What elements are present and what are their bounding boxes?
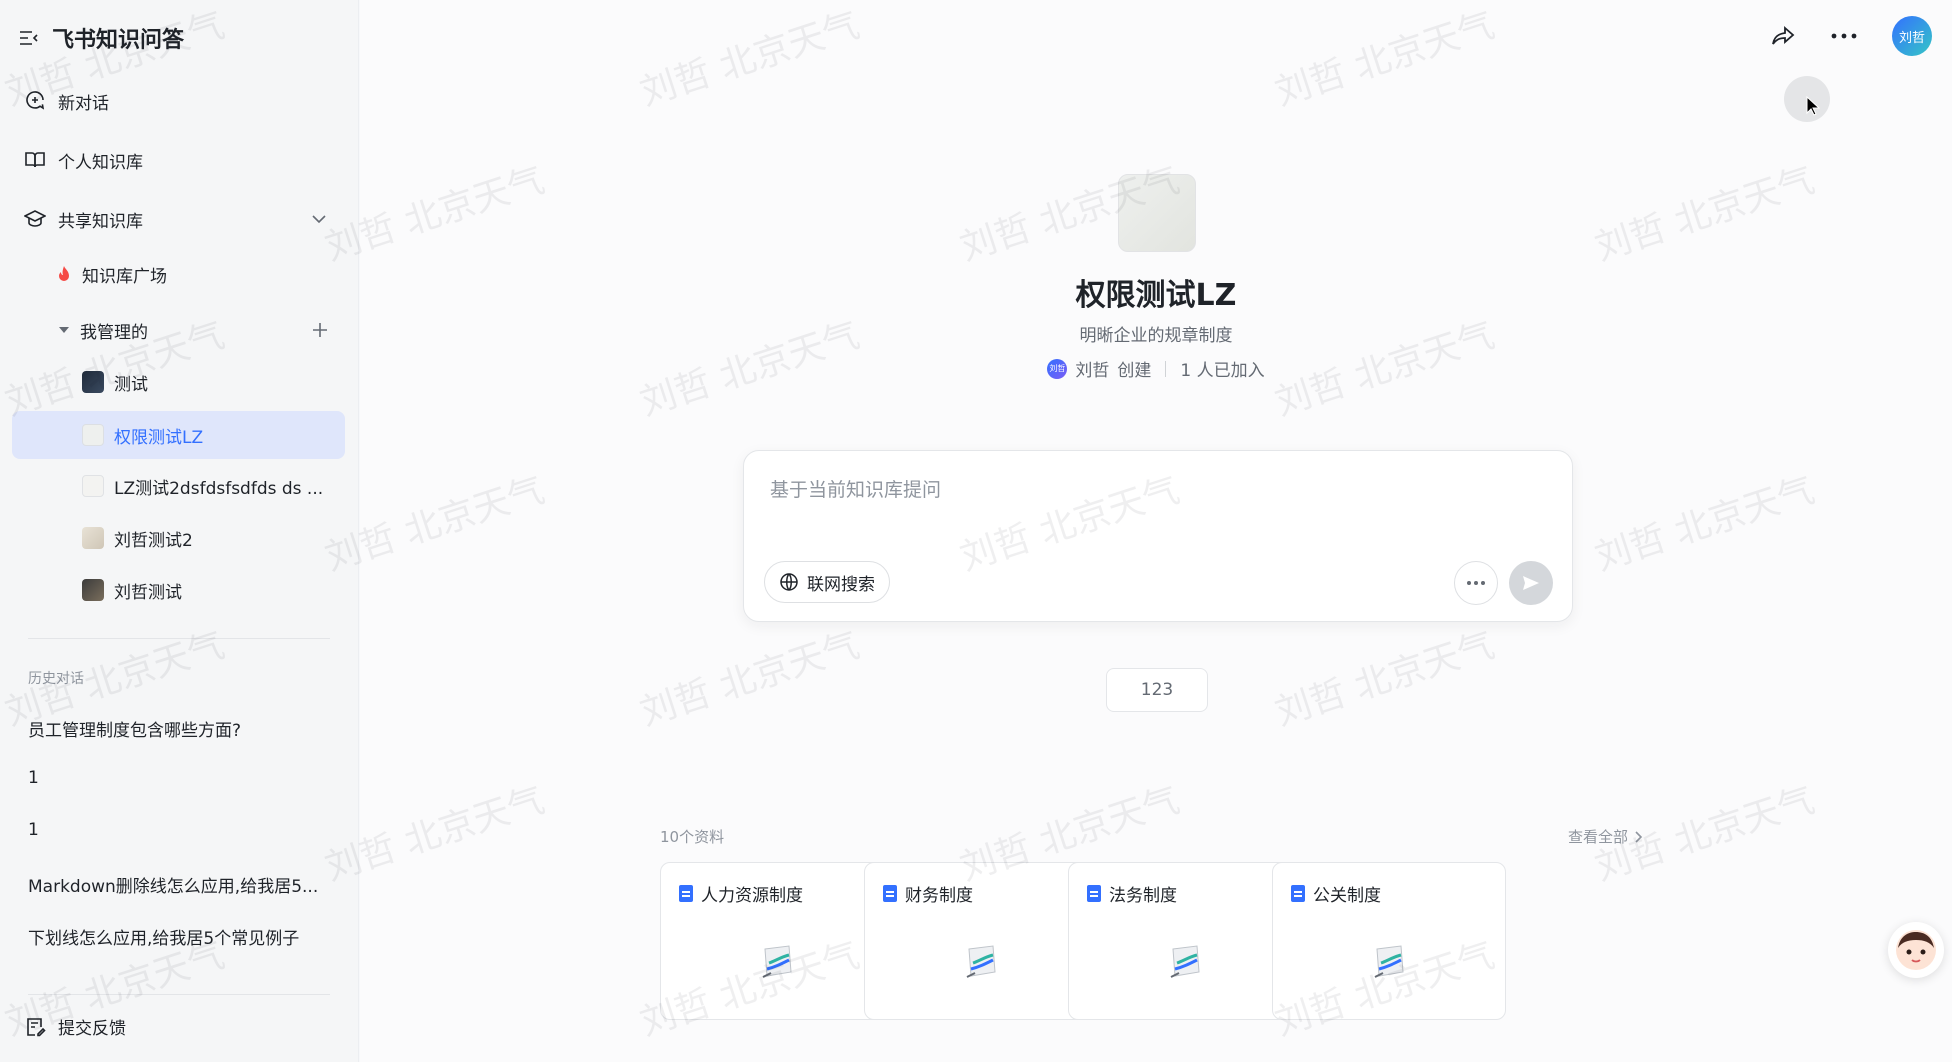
members-joined[interactable]: 1 人已加入 <box>1180 356 1264 381</box>
history-item[interactable]: 下划线怎么应用,给我居5个常见例子 <box>28 924 338 949</box>
card-title: 公关制度 <box>1291 881 1381 906</box>
tree-item-permission-test[interactable]: 权限测试LZ <box>82 419 203 451</box>
history-section-label: 历史对话 <box>28 671 84 687</box>
kb-cover-image <box>1118 174 1196 252</box>
document-illustration-icon <box>1369 943 1411 987</box>
document-icon <box>679 885 693 902</box>
main-content: 刘哲 权限测试LZ 明晰企业的规章制度 刘哲 刘哲 创建 1 人已加入 基于当前… <box>360 0 1952 1062</box>
resource-card[interactable]: 财务制度 <box>864 862 1098 1020</box>
suggestion-chip[interactable]: 123 <box>1106 668 1208 712</box>
send-icon <box>1521 573 1541 593</box>
feedback-label: 提交反馈 <box>58 1019 126 1039</box>
share-icon[interactable] <box>1770 23 1796 49</box>
shared-kb-label: 共享知识库 <box>58 211 143 232</box>
assistant-avatar-icon <box>1894 928 1938 972</box>
view-all-link[interactable]: 查看全部 <box>1568 826 1644 847</box>
tree-item-lz-test2[interactable]: LZ测试2dsfdsfsdfds ds ... <box>82 470 342 502</box>
creator-avatar: 刘哲 <box>1047 358 1068 379</box>
tree-item-label: 权限测试LZ <box>114 427 204 448</box>
resource-count: 10个资料 <box>660 828 725 846</box>
kb-thumbnail <box>82 424 104 446</box>
kb-title: 权限测试LZ <box>1075 278 1237 313</box>
card-title-label: 人力资源制度 <box>701 886 803 906</box>
card-title-label: 公关制度 <box>1313 886 1381 906</box>
personal-kb-label: 个人知识库 <box>58 152 143 173</box>
kb-plaza-button[interactable]: 知识库广场 <box>56 258 167 290</box>
tree-item-label: LZ测试2dsfdsfsdfds ds ... <box>114 478 324 499</box>
document-icon <box>1087 885 1101 902</box>
meta-separator <box>1165 360 1167 377</box>
history-item[interactable]: 员工管理制度包含哪些方面? <box>28 716 338 741</box>
card-title: 财务制度 <box>883 881 973 906</box>
ask-more-button[interactable] <box>1454 561 1498 605</box>
web-search-label: 联网搜索 <box>807 574 875 595</box>
view-all-label: 查看全部 <box>1568 828 1629 846</box>
card-title: 法务制度 <box>1087 881 1177 906</box>
created-label: 创建 <box>1117 361 1152 381</box>
app-title: 飞书知识问答 <box>52 28 185 53</box>
new-chat-label: 新对话 <box>58 93 109 114</box>
chevron-right-icon <box>1634 830 1644 844</box>
send-button[interactable] <box>1509 561 1553 605</box>
document-illustration-icon <box>757 943 799 987</box>
tree-item-liuzhe-test[interactable]: 刘哲测试 <box>82 574 182 606</box>
web-search-button[interactable]: 联网搜索 <box>764 561 890 603</box>
managed-group[interactable]: 我管理的 <box>58 314 340 346</box>
creator-name[interactable]: 刘哲 <box>1075 356 1109 381</box>
mouse-cursor-icon <box>1806 95 1821 120</box>
new-chat-icon <box>24 90 46 112</box>
tree-item-label: 刘哲测试 <box>114 582 182 603</box>
card-title: 人力资源制度 <box>679 881 803 906</box>
history-item[interactable]: 1 <box>28 820 338 840</box>
sidebar: 飞书知识问答 新对话 个人知识库 共享知识库 知识库广场 我管理的 测试 权限测… <box>0 0 359 1062</box>
kb-description: 明晰企业的规章制度 <box>1079 326 1233 346</box>
resource-card[interactable]: 法务制度 <box>1068 862 1302 1020</box>
kb-thumbnail <box>82 475 104 497</box>
document-illustration-icon <box>961 943 1003 987</box>
document-icon <box>1291 885 1305 902</box>
assistant-avatar-button[interactable] <box>1888 922 1944 978</box>
kb-thumbnail <box>82 579 104 601</box>
graduation-cap-icon <box>24 208 46 230</box>
chevron-down-icon[interactable] <box>310 210 328 228</box>
history-item[interactable]: Markdown删除线怎么应用,给我居5... <box>28 872 338 897</box>
card-title-label: 财务制度 <box>905 886 973 906</box>
add-icon[interactable] <box>310 320 330 340</box>
book-icon <box>24 149 46 171</box>
collapse-sidebar-icon[interactable] <box>18 27 40 49</box>
top-actions: 刘哲 <box>1770 16 1932 56</box>
document-illustration-icon <box>1165 943 1207 987</box>
feedback-button[interactable]: 提交反馈 <box>24 1014 126 1039</box>
ask-input[interactable]: 基于当前知识库提问 <box>770 475 941 502</box>
document-icon <box>883 885 897 902</box>
ask-box: 基于当前知识库提问 联网搜索 <box>743 450 1573 622</box>
kb-plaza-label: 知识库广场 <box>82 266 167 287</box>
tree-item-label: 测试 <box>114 374 148 395</box>
history-item[interactable]: 1 <box>28 768 338 788</box>
more-icon[interactable] <box>1830 32 1858 40</box>
tree-item-test[interactable]: 测试 <box>82 366 148 398</box>
user-avatar[interactable]: 刘哲 <box>1892 16 1932 56</box>
managed-label: 我管理的 <box>80 322 148 343</box>
new-chat-button[interactable]: 新对话 <box>24 85 109 117</box>
feedback-icon <box>24 1016 46 1038</box>
more-horizontal-icon <box>1466 580 1486 586</box>
tree-item-label: 刘哲测试2 <box>114 530 193 551</box>
fire-icon <box>56 265 72 283</box>
shared-kb-button[interactable]: 共享知识库 <box>24 203 334 235</box>
caret-down-icon <box>58 324 70 336</box>
resource-card[interactable]: 人力资源制度 <box>660 862 894 1020</box>
sidebar-header: 飞书知识问答 <box>18 22 184 54</box>
kb-thumbnail <box>82 527 104 549</box>
tree-item-liuzhe-test2[interactable]: 刘哲测试2 <box>82 522 193 554</box>
resource-card[interactable]: 公关制度 <box>1272 862 1506 1020</box>
sidebar-divider <box>28 994 330 995</box>
personal-kb-button[interactable]: 个人知识库 <box>24 144 143 176</box>
sidebar-divider <box>28 638 330 639</box>
globe-icon <box>779 572 799 592</box>
card-title-label: 法务制度 <box>1109 886 1177 906</box>
kb-meta: 刘哲 刘哲 创建 1 人已加入 <box>360 356 1952 381</box>
kb-thumbnail <box>82 371 104 393</box>
